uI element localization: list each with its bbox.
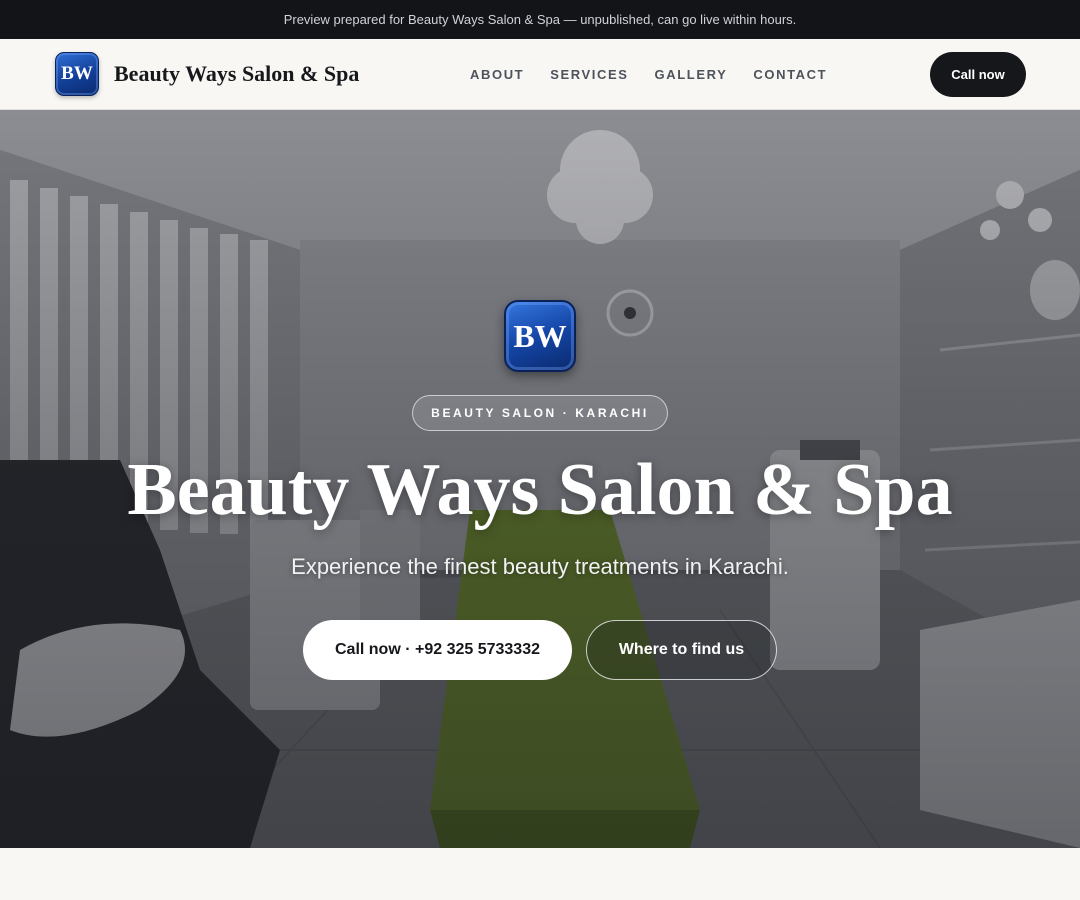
hero-call-button[interactable]: Call now · +92 325 5733332	[303, 620, 572, 680]
main-nav: ABOUT SERVICES GALLERY CONTACT	[470, 39, 853, 109]
hero-logo-text: BW	[513, 317, 567, 354]
brand[interactable]: BW Beauty Ways Salon & Spa	[55, 52, 359, 96]
hero-logo: BW	[504, 300, 576, 372]
brand-name[interactable]: Beauty Ways Salon & Spa	[114, 61, 359, 87]
nav-link-about[interactable]: ABOUT	[470, 67, 524, 82]
next-section	[0, 848, 1080, 900]
hero-title: Beauty Ways Salon & Spa	[127, 449, 953, 531]
site-header: BW Beauty Ways Salon & Spa ABOUT SERVICE…	[0, 39, 1080, 110]
nav-link-services[interactable]: SERVICES	[550, 67, 628, 82]
brand-logo-text: BW	[61, 63, 93, 84]
hero-subtitle: Experience the finest beauty treatments …	[291, 554, 789, 579]
header-call-button[interactable]: Call now	[930, 52, 1026, 97]
hero-eyebrow-badge: BEAUTY SALON · KARACHI	[412, 395, 668, 431]
hero-section: BW BEAUTY SALON · KARACHI Beauty Ways Sa…	[0, 110, 1080, 848]
brand-logo[interactable]: BW	[55, 52, 99, 96]
announcement-bar: Preview prepared for Beauty Ways Salon &…	[0, 0, 1080, 39]
nav-link-contact[interactable]: CONTACT	[753, 67, 827, 82]
hero-eyebrow-text: BEAUTY SALON · KARACHI	[431, 406, 649, 420]
nav-link-gallery[interactable]: GALLERY	[655, 67, 728, 82]
announcement-text: Preview prepared for Beauty Ways Salon &…	[283, 12, 797, 27]
hero-location-button[interactable]: Where to find us	[586, 620, 777, 680]
